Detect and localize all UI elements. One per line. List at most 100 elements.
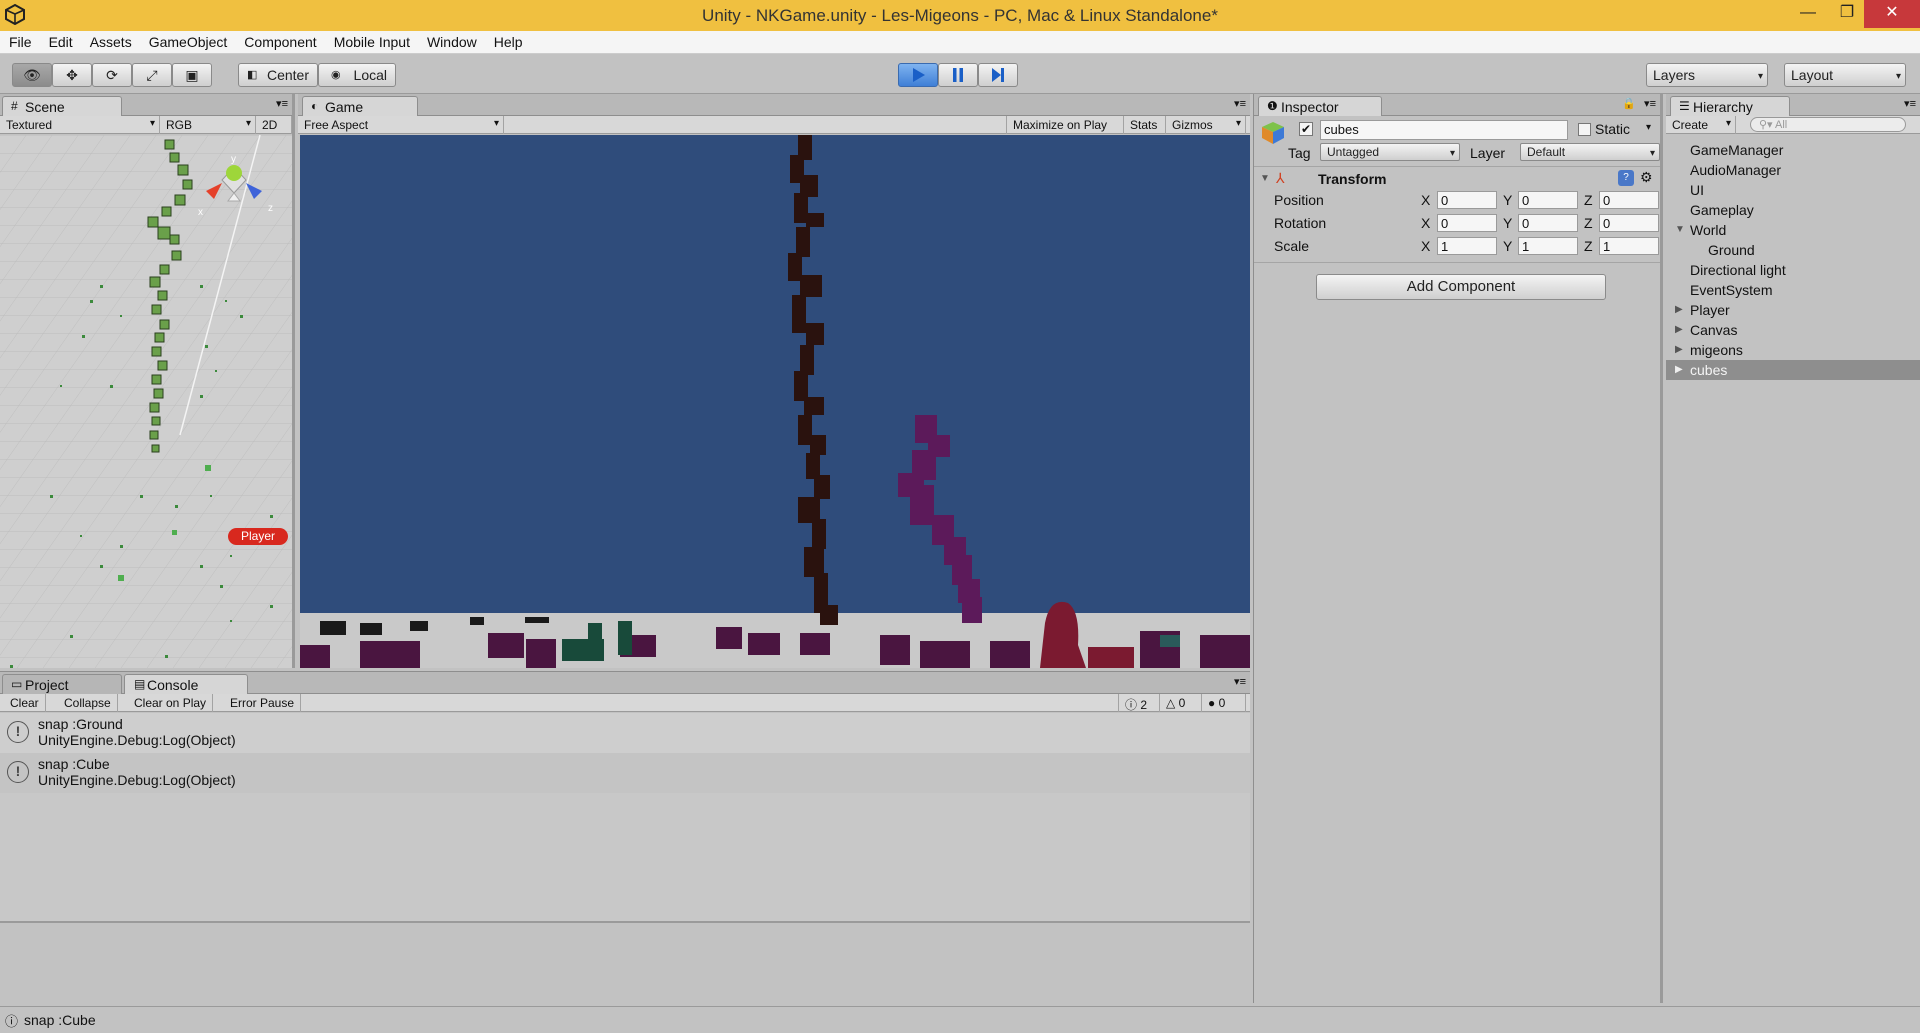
scene-panel: # Scene ▾≡ Textured RGB 2D y z x	[0, 94, 295, 668]
menu-help[interactable]: Help	[485, 31, 531, 50]
console-collapse-button[interactable]: Collapse	[58, 694, 118, 712]
add-component-button[interactable]: Add Component	[1316, 274, 1606, 300]
maximize-button[interactable]: ❐	[1830, 0, 1864, 28]
tab-inspector[interactable]: ❶ Inspector	[1258, 96, 1382, 116]
gear-icon[interactable]: ⚙	[1640, 169, 1653, 186]
divider	[1254, 166, 1660, 167]
foldout-triangle-icon[interactable]: ▼	[1260, 173, 1270, 184]
play-button[interactable]	[898, 63, 938, 87]
scene-viewport[interactable]: y z x Player	[0, 135, 292, 668]
status-bar: ⓘ snap :Cube	[0, 1006, 1920, 1033]
rect-tool-button[interactable]: ▣	[172, 63, 212, 87]
menu-window[interactable]: Window	[418, 31, 485, 50]
axis-x-label: x	[198, 207, 203, 218]
console-clear-on-play-button[interactable]: Clear on Play	[128, 694, 214, 712]
game-tab-label: Game	[325, 99, 364, 115]
game-tab-row: ◐ Game ▾≡	[298, 94, 1250, 116]
hierarchy-item-gamemanager[interactable]: GameManager	[1666, 140, 1920, 160]
hierarchy-item-ground[interactable]: Ground	[1666, 240, 1920, 260]
lock-icon[interactable]: 🔒	[1622, 97, 1636, 110]
step-button[interactable]	[978, 63, 1018, 87]
player-gizmo-label[interactable]: Player	[228, 528, 288, 545]
hierarchy-item-cubes[interactable]: cubes	[1666, 360, 1920, 380]
tab-project[interactable]: ▭ Project	[2, 674, 122, 694]
console-error-pause-button[interactable]: Error Pause	[224, 694, 302, 712]
axis-x-label: X	[1421, 238, 1431, 254]
hierarchy-item-world[interactable]: World	[1666, 220, 1920, 240]
close-button[interactable]: ✕	[1864, 0, 1920, 28]
hierarchy-item-directional-light[interactable]: Directional light	[1666, 260, 1920, 280]
create-dropdown[interactable]: Create	[1666, 116, 1736, 134]
tag-dropdown[interactable]: Untagged	[1320, 143, 1460, 162]
layer-dropdown[interactable]: Default	[1520, 143, 1660, 162]
menu-edit[interactable]: Edit	[40, 31, 81, 50]
layers-dropdown[interactable]: Layers	[1646, 63, 1768, 88]
error-count: 0	[1218, 696, 1226, 710]
console-entry[interactable]: ! snap :Ground UnityEngine.Debug:Log(Obj…	[0, 713, 1250, 753]
warning-filter-toggle[interactable]: △ 0	[1160, 694, 1202, 712]
render-mode-dropdown[interactable]: Textured	[0, 116, 160, 134]
console-clear-button[interactable]: Clear	[4, 694, 46, 712]
log-filter-toggle[interactable]: ⓘ 2	[1118, 694, 1160, 712]
error-filter-toggle[interactable]: ● 0	[1202, 694, 1246, 712]
hierarchy-item-player[interactable]: Player	[1666, 300, 1920, 320]
menu-file[interactable]: File	[0, 31, 40, 50]
object-name-field[interactable]: cubes	[1320, 120, 1568, 140]
hand-tool-button[interactable]: 👁	[12, 63, 52, 87]
minimize-button[interactable]: —	[1786, 0, 1830, 28]
static-dropdown-icon[interactable]: ▾	[1646, 122, 1651, 133]
gizmos-dropdown[interactable]: Gizmos	[1166, 116, 1246, 134]
pivot-local-button[interactable]: ◉ Local	[318, 63, 396, 87]
maximize-on-play-toggle[interactable]: Maximize on Play	[1006, 116, 1124, 134]
scale-z-field[interactable]: 1	[1599, 237, 1659, 255]
tab-console[interactable]: ▤ Console	[124, 674, 248, 694]
tab-hierarchy[interactable]: ☰ Hierarchy	[1670, 96, 1790, 116]
menu-component[interactable]: Component	[235, 31, 324, 50]
scale-x-field[interactable]: 1	[1437, 237, 1497, 255]
axis-y-label: Y	[1503, 215, 1513, 231]
panel-menu-icon[interactable]: ▾≡	[1234, 97, 1246, 110]
pivot-center-button[interactable]: ◧ Center	[238, 63, 318, 87]
rect-icon: ▣	[185, 67, 199, 83]
game-viewport[interactable]	[300, 135, 1250, 668]
hierarchy-item-ui[interactable]: UI	[1666, 180, 1920, 200]
scale-y-field[interactable]: 1	[1518, 237, 1578, 255]
rotate-tool-button[interactable]: ⟳	[92, 63, 132, 87]
hierarchy-item-audiomanager[interactable]: AudioManager	[1666, 160, 1920, 180]
hierarchy-item-eventsystem[interactable]: EventSystem	[1666, 280, 1920, 300]
pause-button[interactable]	[938, 63, 978, 87]
position-x-field[interactable]: 0	[1437, 191, 1497, 209]
menu-assets[interactable]: Assets	[81, 31, 140, 50]
channel-dropdown[interactable]: RGB	[160, 116, 256, 134]
panel-menu-icon[interactable]: ▾≡	[276, 97, 288, 110]
rotation-x-field[interactable]: 0	[1437, 214, 1497, 232]
panel-menu-icon[interactable]: ▾≡	[1644, 97, 1656, 110]
hierarchy-item-gameplay[interactable]: Gameplay	[1666, 200, 1920, 220]
tab-scene[interactable]: # Scene	[2, 96, 122, 116]
layout-dropdown[interactable]: Layout	[1784, 63, 1906, 88]
axis-z-label: Z	[1584, 215, 1593, 231]
scale-tool-button[interactable]: ⤢	[132, 63, 172, 87]
active-checkbox[interactable]: ✔	[1299, 122, 1313, 136]
static-checkbox[interactable]	[1578, 123, 1591, 136]
rotation-z-field[interactable]: 0	[1599, 214, 1659, 232]
console-entry[interactable]: ! snap :Cube UnityEngine.Debug:Log(Objec…	[0, 753, 1250, 793]
hierarchy-item-migeons[interactable]: migeons	[1666, 340, 1920, 360]
panel-menu-icon[interactable]: ▾≡	[1234, 675, 1246, 688]
hierarchy-search-input[interactable]: ⚲▾ All	[1750, 117, 1906, 132]
position-z-field[interactable]: 0	[1599, 191, 1659, 209]
aspect-dropdown[interactable]: Free Aspect	[298, 116, 504, 134]
position-y-field[interactable]: 0	[1518, 191, 1578, 209]
pivot-label: Center	[266, 67, 309, 83]
menu-mobile-input[interactable]: Mobile Input	[325, 31, 418, 50]
tab-game[interactable]: ◐ Game	[302, 96, 418, 116]
hierarchy-item-canvas[interactable]: Canvas	[1666, 320, 1920, 340]
rotation-y-field[interactable]: 0	[1518, 214, 1578, 232]
panel-menu-icon[interactable]: ▾≡	[1904, 97, 1916, 110]
help-book-icon[interactable]: ?	[1618, 170, 1634, 186]
move-tool-button[interactable]: ✥	[52, 63, 92, 87]
transform-header[interactable]: Transform	[1318, 171, 1386, 187]
stats-toggle[interactable]: Stats	[1124, 116, 1166, 134]
menu-gameobject[interactable]: GameObject	[140, 31, 236, 50]
2d-toggle[interactable]: 2D	[256, 116, 292, 134]
